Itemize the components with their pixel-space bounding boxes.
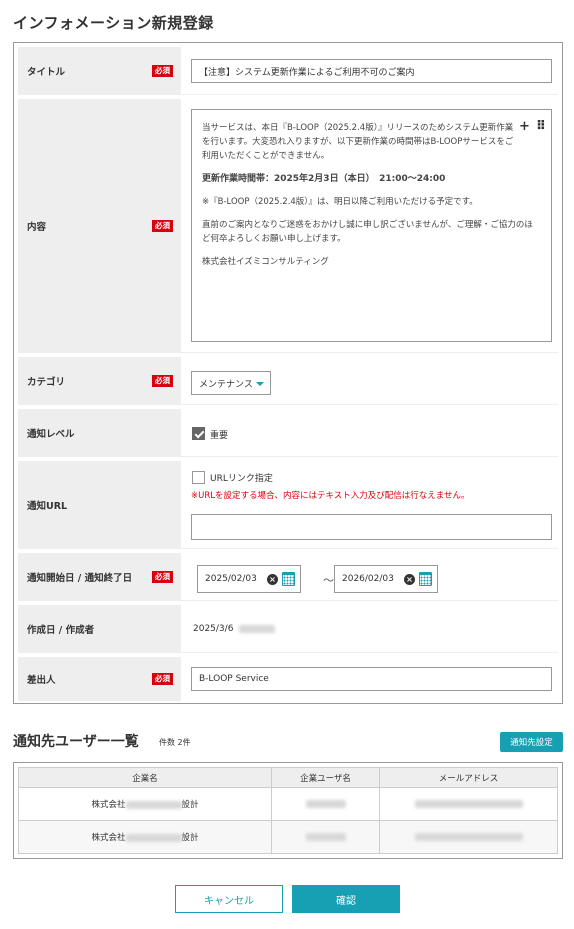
user-cell (271, 820, 380, 854)
important-checkbox-label[interactable]: 重要 (210, 428, 228, 441)
period-label: 通知開始日 / 通知終了日 必須 (18, 553, 181, 600)
drag-handle-icon[interactable]: ⠿ (536, 119, 546, 134)
title-label: タイトル 必須 (18, 47, 181, 94)
content-row: 内容 必須 + ⠿ 当サービスは、本日『B-LOOP（2025.2.4版）』リリー… (18, 99, 558, 353)
confirm-button[interactable]: 確認 (292, 885, 400, 913)
period-label-text: 通知開始日 / 通知終了日 (27, 572, 133, 584)
required-badge: 必須 (152, 219, 173, 232)
content-label-text: 内容 (27, 221, 47, 233)
table-row: 株式会社 設計 (18, 820, 558, 854)
redacted-user (305, 799, 346, 808)
required-badge: 必須 (152, 374, 173, 387)
column-header: 企業名 (18, 767, 272, 788)
url-input[interactable] (191, 514, 552, 540)
user-cell (271, 787, 380, 821)
important-checkbox[interactable] (192, 427, 205, 440)
redacted-company (125, 800, 182, 809)
category-value: メンテナンス (199, 379, 253, 390)
required-badge: 必須 (152, 570, 173, 583)
recipients-count: 件数 2件 (159, 738, 191, 747)
clear-icon[interactable]: × (404, 574, 415, 585)
calendar-icon[interactable] (282, 572, 295, 586)
email-cell (379, 820, 558, 854)
redacted-company (125, 833, 182, 842)
created-label: 作成日 / 作成者 (18, 605, 181, 652)
table-row: 株式会社 設計 (18, 787, 558, 821)
sender-row: 差出人 必須 B-LOOP Service (18, 657, 558, 701)
company-prefix: 株式会社 (91, 800, 126, 810)
date-separator: ～ (323, 574, 334, 587)
cancel-button[interactable]: キャンセル (175, 885, 283, 913)
company-suffix: 設計 (181, 800, 199, 810)
required-badge: 必須 (152, 673, 173, 685)
level-row: 通知レベル 重要 (18, 409, 558, 457)
url-label: 通知URL (18, 461, 181, 548)
redacted-email (414, 832, 523, 841)
url-link-checkbox[interactable] (192, 471, 205, 484)
category-label: カテゴリ 必須 (18, 357, 181, 404)
title-label-text: タイトル (27, 66, 66, 78)
url-label-text: 通知URL (27, 500, 68, 512)
title-input[interactable]: 【注意】システム更新作業によるご利用不可のご案内 (191, 59, 552, 83)
end-date-input[interactable]: 2026/02/03 × (334, 565, 438, 593)
created-date: 2025/3/6 (193, 623, 234, 634)
editor-toolbar: + ⠿ (513, 120, 546, 134)
created-label-text: 作成日 / 作成者 (27, 624, 95, 636)
content-paragraph: 当サービスは、本日『B-LOOP（2025.2.4版）』リリースのためシステム更… (202, 123, 514, 161)
content-paragraph: ※『B-LOOP（2025.2.4版）』は、明日以降ご利用いただける予定です。 (202, 197, 478, 207)
add-block-icon[interactable]: + (519, 119, 530, 134)
category-select[interactable]: メンテナンス (191, 371, 271, 395)
recipients-table: 企業名 企業ユーザ名 メールアドレス 株式会社 設計 株式会社 設計 (18, 767, 558, 854)
url-warning: ※URLを設定する場合、内容にはテキスト入力及び配信は行なえません。 (191, 491, 470, 501)
page-title: インフォメーション新規登録 (13, 14, 214, 32)
start-date-input[interactable]: 2025/02/03 × (197, 565, 301, 593)
sender-label-text: 差出人 (27, 675, 56, 686)
redacted-creator (239, 624, 276, 633)
sender-label: 差出人 必須 (18, 657, 181, 701)
period-row: 通知開始日 / 通知終了日 必須 2025/02/03 × ～ 2026/02/… (18, 553, 558, 601)
required-badge: 必須 (152, 64, 173, 77)
start-date-value: 2025/02/03 (205, 574, 257, 584)
created-row: 作成日 / 作成者 2025/3/6 (18, 605, 558, 653)
redacted-user (305, 832, 346, 841)
calendar-icon[interactable] (419, 572, 432, 586)
notify-settings-button[interactable]: 通知先設定 (500, 732, 563, 752)
url-row: 通知URL URLリンク指定 ※URLを設定する場合、内容にはテキスト入力及び配… (18, 461, 558, 549)
category-row: カテゴリ 必須 メンテナンス (18, 357, 558, 405)
column-header: メールアドレス (379, 767, 558, 788)
caret-down-icon (256, 382, 264, 386)
category-label-text: カテゴリ (27, 376, 66, 388)
level-label-text: 通知レベル (27, 428, 75, 440)
column-header: 企業ユーザ名 (271, 767, 380, 788)
content-paragraph: 更新作業時間帯：2025年2月3日（本日） 21:00～24:00 (202, 174, 446, 184)
info-form: タイトル 必須 【注意】システム更新作業によるご利用不可のご案内 内容 必須 +… (13, 42, 563, 704)
redacted-email (414, 799, 523, 808)
email-cell (379, 787, 558, 821)
company-prefix: 株式会社 (91, 833, 126, 843)
url-link-checkbox-label[interactable]: URLリンク指定 (210, 471, 273, 484)
recipients-title: 通知先ユーザー一覧 (13, 734, 139, 750)
company-cell: 株式会社 設計 (18, 787, 272, 821)
level-label: 通知レベル (18, 409, 181, 456)
recipients-table-box: 企業名 企業ユーザ名 メールアドレス 株式会社 設計 株式会社 設計 (13, 762, 563, 859)
company-cell: 株式会社 設計 (18, 820, 272, 854)
content-label: 内容 必須 (18, 99, 181, 352)
content-paragraph: 株式会社イズミコンサルティング (202, 257, 329, 267)
sender-input[interactable]: B-LOOP Service (191, 667, 552, 691)
content-paragraph: 直前のご案内となりご迷惑をおかけし誠に申し訳ございませんが、ご理解・ご協力のほど… (202, 220, 533, 244)
clear-icon[interactable]: × (267, 574, 278, 585)
content-editor[interactable]: + ⠿ 当サービスは、本日『B-LOOP（2025.2.4版）』リリースのためシス… (191, 109, 552, 342)
title-row: タイトル 必須 【注意】システム更新作業によるご利用不可のご案内 (18, 47, 558, 95)
end-date-value: 2026/02/03 (342, 574, 394, 584)
company-suffix: 設計 (181, 833, 199, 843)
